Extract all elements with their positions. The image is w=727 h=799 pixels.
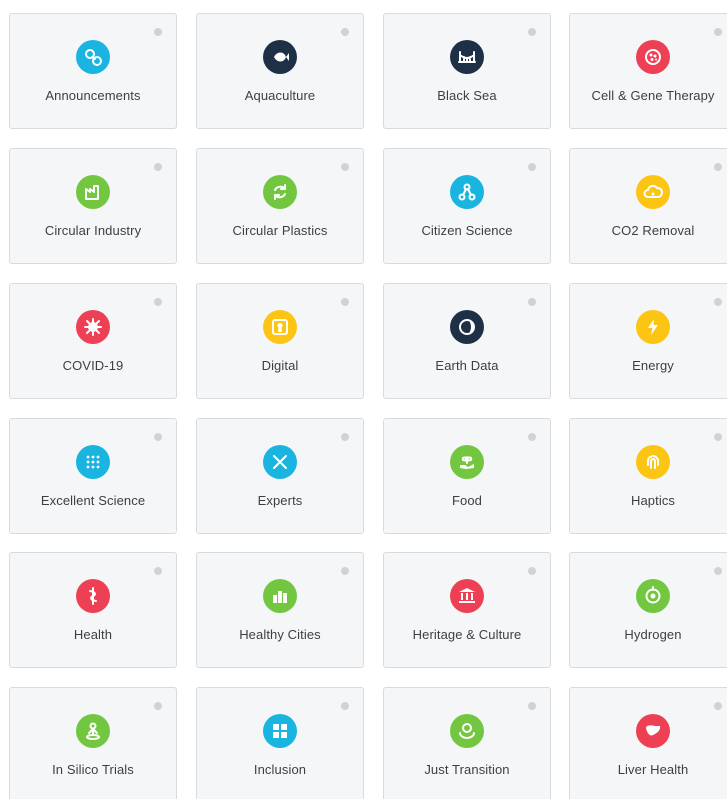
topic-card-inclusion[interactable]: Inclusion	[196, 687, 364, 799]
status-dot	[528, 433, 536, 441]
topic-card-excellent-science[interactable]: Excellent Science	[9, 418, 177, 534]
status-dot	[154, 163, 162, 171]
topic-card-earth-data[interactable]: Earth Data	[383, 283, 551, 399]
virus-icon	[76, 310, 110, 344]
topic-label: Energy	[632, 358, 674, 373]
topic-label: Healthy Cities	[239, 627, 321, 642]
status-dot	[341, 567, 349, 575]
person-pin-icon	[76, 714, 110, 748]
topic-label: Citizen Science	[421, 223, 513, 238]
topic-card-digital[interactable]: Digital	[196, 283, 364, 399]
topic-card-heritage-culture[interactable]: Heritage & Culture	[383, 552, 551, 668]
fish-icon	[263, 40, 297, 74]
status-dot	[528, 298, 536, 306]
keyhole-icon	[263, 310, 297, 344]
topic-label: Just Transition	[424, 762, 510, 777]
status-dot	[341, 163, 349, 171]
factory-icon	[76, 175, 110, 209]
dots-grid-icon	[76, 445, 110, 479]
liver-icon	[636, 714, 670, 748]
topic-label: Excellent Science	[40, 493, 146, 508]
link-chain-icon	[76, 40, 110, 74]
status-dot	[528, 702, 536, 710]
status-dot	[528, 567, 536, 575]
status-dot	[154, 298, 162, 306]
topic-label: Circular Plastics	[232, 223, 328, 238]
recycle-icon	[263, 175, 297, 209]
topic-card-aquaculture[interactable]: Aquaculture	[196, 13, 364, 129]
topic-card-health[interactable]: Health	[9, 552, 177, 668]
status-dot	[714, 28, 722, 36]
topic-label: Digital	[261, 358, 299, 373]
topic-card-co2-removal[interactable]: CO2 Removal	[569, 148, 727, 264]
topic-card-circular-industry[interactable]: Circular Industry	[9, 148, 177, 264]
status-dot	[154, 702, 162, 710]
cloud-co2-icon	[636, 175, 670, 209]
status-dot	[341, 702, 349, 710]
topic-label: Health	[73, 627, 113, 642]
topic-label: Announcements	[45, 88, 141, 103]
status-dot	[154, 567, 162, 575]
status-dot	[154, 433, 162, 441]
status-dot	[714, 702, 722, 710]
topic-card-haptics[interactable]: Haptics	[569, 418, 727, 534]
topic-label: Liver Health	[617, 762, 689, 777]
topic-label: In Silico Trials	[52, 762, 134, 777]
bridge-icon	[450, 40, 484, 74]
topic-card-black-sea[interactable]: Black Sea	[383, 13, 551, 129]
topic-card-in-silico-trials[interactable]: In Silico Trials	[9, 687, 177, 799]
earth-icon	[450, 310, 484, 344]
status-dot	[714, 298, 722, 306]
atom-target-icon	[636, 579, 670, 613]
cell-icon	[636, 40, 670, 74]
topic-label: COVID-19	[62, 358, 124, 373]
fingerprint-icon	[636, 445, 670, 479]
topic-card-liver-health[interactable]: Liver Health	[569, 687, 727, 799]
topic-label: Earth Data	[435, 358, 499, 373]
topic-label: CO2 Removal	[611, 223, 695, 238]
topic-card-announcements[interactable]: Announcements	[9, 13, 177, 129]
topic-label: Circular Industry	[44, 223, 142, 238]
topic-card-hydrogen[interactable]: Hydrogen	[569, 552, 727, 668]
topic-card-cell-gene-therapy[interactable]: Cell & Gene Therapy	[569, 13, 727, 129]
status-dot	[714, 433, 722, 441]
caduceus-icon	[76, 579, 110, 613]
status-dot	[154, 28, 162, 36]
status-dot	[714, 163, 722, 171]
lightning-icon	[636, 310, 670, 344]
network-icon	[450, 175, 484, 209]
city-icon	[263, 579, 297, 613]
topic-label: Cell & Gene Therapy	[591, 88, 715, 103]
topic-label: Haptics	[630, 493, 676, 508]
topic-card-covid-19[interactable]: COVID-19	[9, 283, 177, 399]
topic-label: Aquaculture	[244, 88, 316, 103]
topics-grid: Announcements Aquaculture Black Sea Cell & …	[0, 0, 727, 799]
museum-icon	[450, 579, 484, 613]
status-dot	[528, 163, 536, 171]
topic-label: Inclusion	[253, 762, 307, 777]
globe-hands-icon	[450, 714, 484, 748]
topic-label: Heritage & Culture	[412, 627, 522, 642]
topic-card-healthy-cities[interactable]: Healthy Cities	[196, 552, 364, 668]
status-dot	[528, 28, 536, 36]
tools-icon	[263, 445, 297, 479]
topic-card-just-transition[interactable]: Just Transition	[383, 687, 551, 799]
topic-label: Experts	[257, 493, 303, 508]
puzzle-icon	[263, 714, 297, 748]
status-dot	[341, 28, 349, 36]
topic-card-energy[interactable]: Energy	[569, 283, 727, 399]
topic-card-circular-plastics[interactable]: Circular Plastics	[196, 148, 364, 264]
topic-label: Food	[451, 493, 483, 508]
plant-hand-icon	[450, 445, 484, 479]
status-dot	[341, 298, 349, 306]
topic-card-food[interactable]: Food	[383, 418, 551, 534]
status-dot	[341, 433, 349, 441]
topic-label: Hydrogen	[624, 627, 682, 642]
topic-card-citizen-science[interactable]: Citizen Science	[383, 148, 551, 264]
topic-card-experts[interactable]: Experts	[196, 418, 364, 534]
topic-label: Black Sea	[437, 88, 497, 103]
status-dot	[714, 567, 722, 575]
